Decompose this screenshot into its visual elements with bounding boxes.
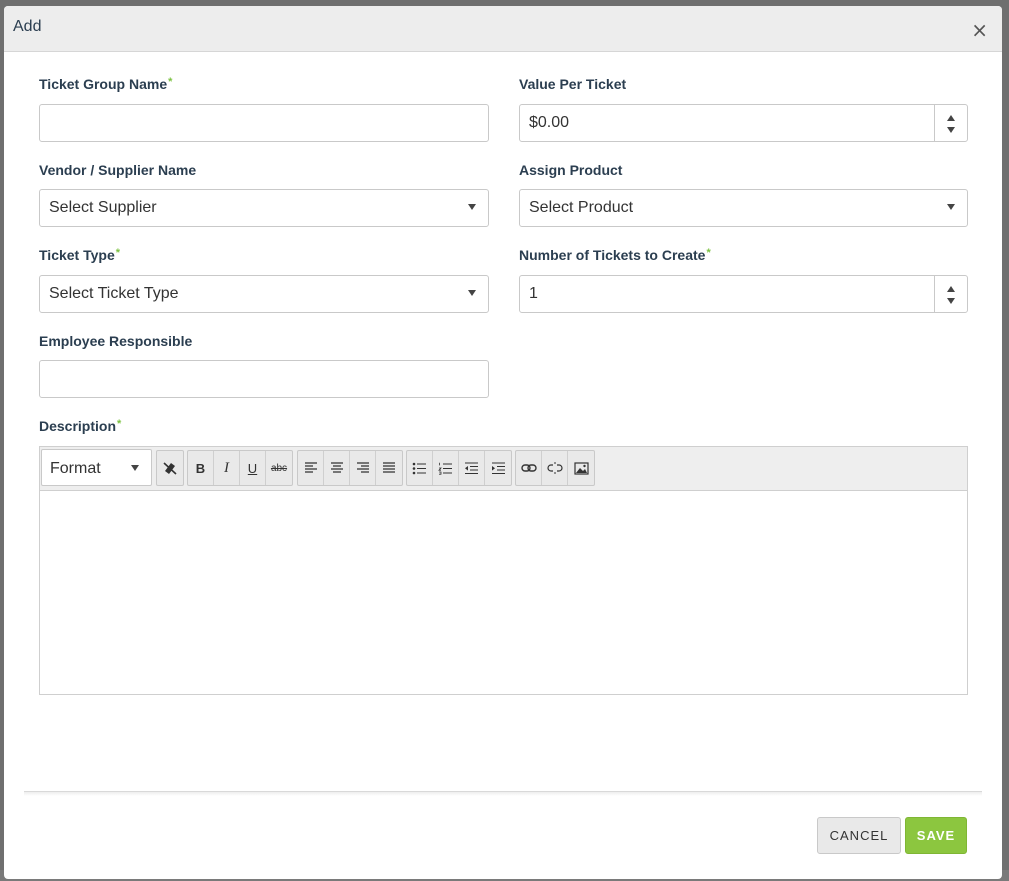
required-marker: *	[117, 418, 122, 430]
employee-responsible-label: Employee Responsible	[39, 333, 193, 349]
required-marker: *	[115, 247, 121, 259]
value-per-ticket-value: $0.00	[529, 114, 570, 131]
save-button[interactable]: SAVE	[905, 817, 967, 854]
align-center-icon[interactable]	[324, 451, 350, 485]
description-label: Description*	[39, 418, 122, 434]
required-marker: *	[168, 76, 173, 88]
indent-icon[interactable]	[485, 451, 511, 485]
value-per-ticket-spinner[interactable]	[934, 105, 967, 141]
ticket-type-select[interactable]: Select Ticket Type	[39, 275, 489, 313]
chevron-down-icon	[468, 204, 476, 210]
number-of-tickets-value: 1	[529, 285, 538, 302]
value-per-ticket-label: Value Per Ticket	[519, 76, 627, 92]
remove-format-icon[interactable]	[157, 451, 183, 485]
chevron-down-icon	[468, 290, 476, 296]
ticket-group-name-label: Ticket Group Name*	[39, 76, 173, 92]
clear-format-group	[156, 450, 184, 486]
alignment-group	[297, 450, 403, 486]
strikethrough-icon[interactable]: abc	[266, 451, 292, 485]
value-per-ticket-input[interactable]: $0.00	[519, 104, 968, 142]
chevron-down-icon	[947, 204, 955, 210]
outdent-icon[interactable]	[459, 451, 485, 485]
assign-product-select[interactable]: Select Product	[519, 189, 968, 227]
assign-product-label: Assign Product	[519, 162, 623, 178]
number-of-tickets-input[interactable]: 1	[519, 275, 968, 313]
employee-responsible-input[interactable]	[39, 360, 489, 398]
bulleted-list-icon[interactable]	[407, 451, 433, 485]
cancel-button[interactable]: CANCEL	[817, 817, 901, 854]
vendor-supplier-selected: Select Supplier	[49, 199, 157, 216]
bold-icon[interactable]: B	[188, 451, 214, 485]
vendor-supplier-label: Vendor / Supplier Name	[39, 162, 197, 178]
description-editor: Format B I U abc	[39, 446, 968, 695]
modal-header: Add ×	[4, 6, 1002, 52]
spin-up-icon[interactable]	[947, 286, 955, 292]
align-right-icon[interactable]	[350, 451, 376, 485]
insert-group	[515, 450, 595, 486]
numbered-list-icon[interactable]	[433, 451, 459, 485]
footer-shadow	[24, 792, 982, 796]
ticket-group-name-input[interactable]	[39, 104, 489, 142]
link-icon[interactable]	[516, 451, 542, 485]
align-left-icon[interactable]	[298, 451, 324, 485]
vendor-supplier-select[interactable]: Select Supplier	[39, 189, 489, 227]
close-icon[interactable]: ×	[971, 20, 988, 40]
italic-icon[interactable]: I	[214, 451, 240, 485]
spin-down-icon[interactable]	[947, 127, 955, 133]
format-dropdown[interactable]: Format	[41, 449, 152, 486]
align-justify-icon[interactable]	[376, 451, 402, 485]
number-of-tickets-spinner[interactable]	[934, 276, 967, 312]
description-editor-body[interactable]	[40, 491, 967, 694]
number-of-tickets-label: Number of Tickets to Create*	[519, 247, 711, 263]
spin-up-icon[interactable]	[947, 115, 955, 121]
chevron-down-icon	[131, 465, 139, 471]
ticket-type-label: Ticket Type*	[39, 247, 121, 263]
editor-toolbar: Format B I U abc	[40, 447, 967, 491]
list-indent-group	[406, 450, 512, 486]
add-modal: Add × Ticket Group Name* Value Per Ticke…	[4, 6, 1002, 879]
required-marker: *	[706, 247, 711, 259]
unlink-icon[interactable]	[542, 451, 568, 485]
ticket-type-selected: Select Ticket Type	[49, 285, 179, 302]
assign-product-selected: Select Product	[529, 199, 634, 216]
modal-title: Add	[13, 18, 42, 35]
spin-down-icon[interactable]	[947, 298, 955, 304]
underline-icon[interactable]: U	[240, 451, 266, 485]
format-label: Format	[50, 460, 101, 477]
text-style-group: B I U abc	[187, 450, 293, 486]
image-icon[interactable]	[568, 451, 594, 485]
